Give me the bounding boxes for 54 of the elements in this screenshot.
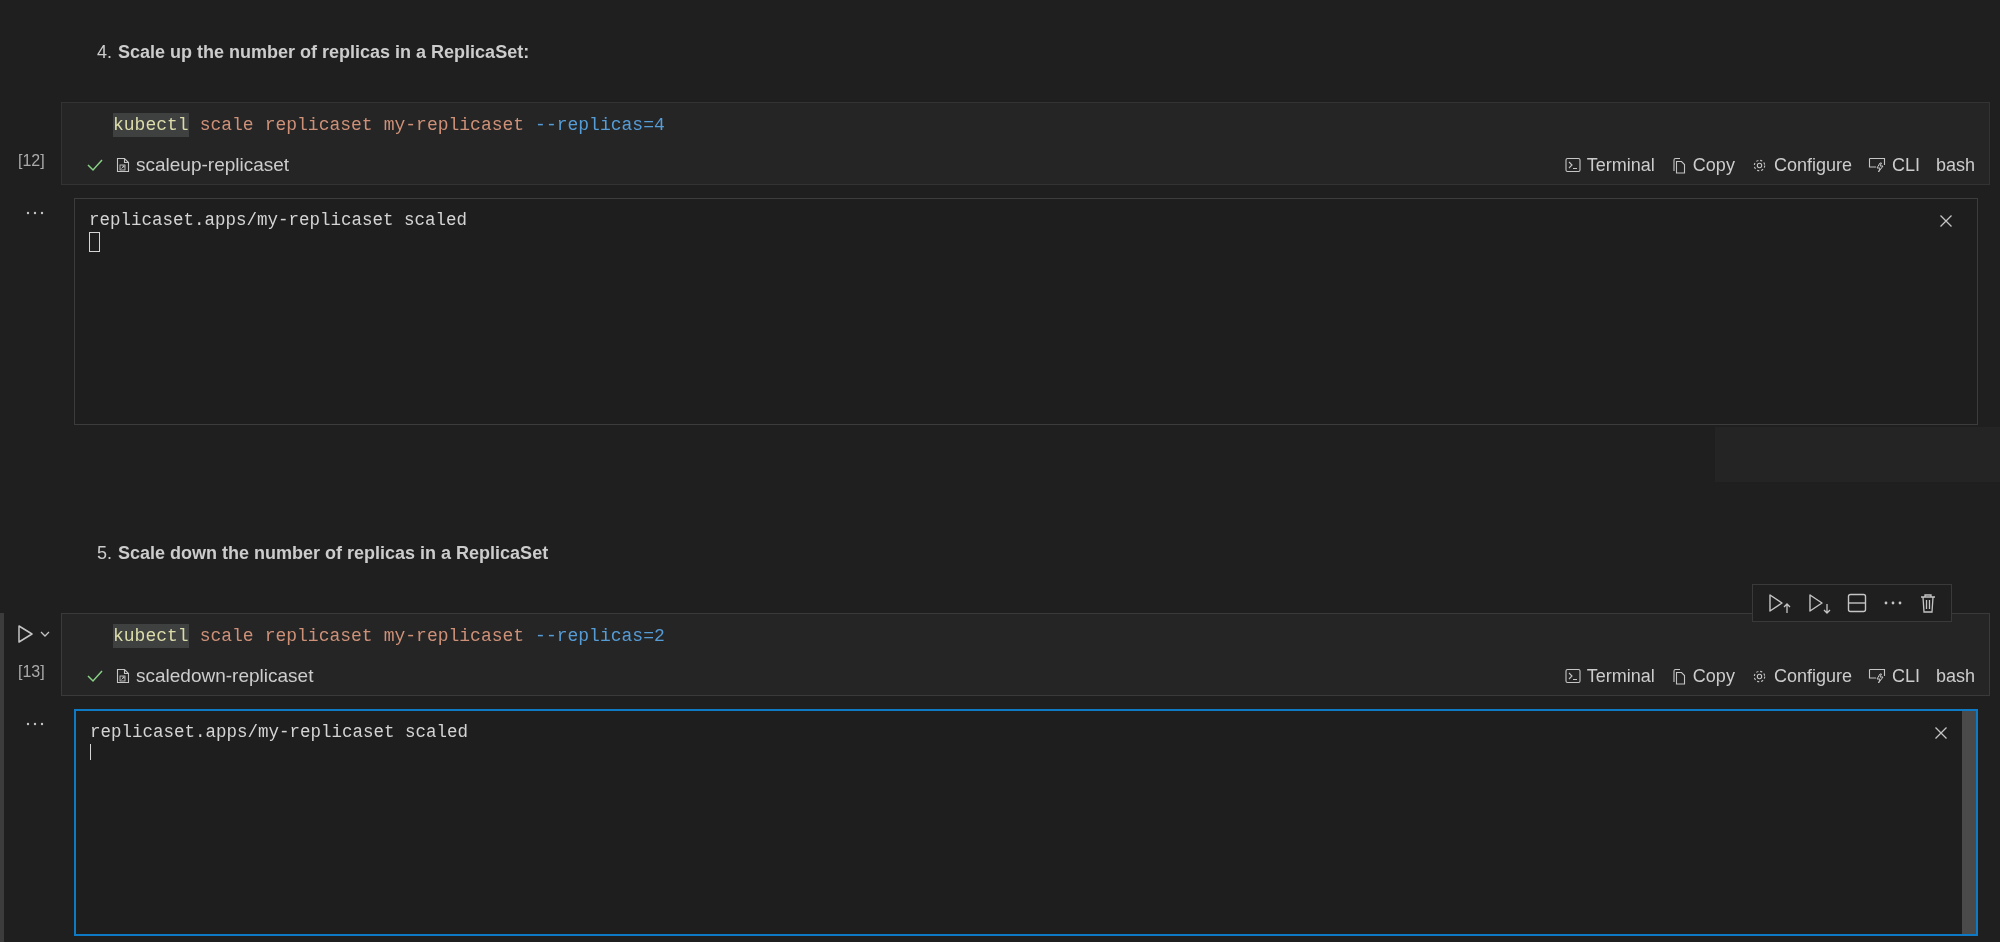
list-number: 4. xyxy=(97,41,112,63)
output-line: replicaset.apps/my-replicaset scaled xyxy=(90,721,469,743)
cell-name: scaleup-replicaset xyxy=(136,154,290,176)
close-icon[interactable] xyxy=(1939,214,1953,228)
code-token: replicaset xyxy=(264,114,373,137)
heading-text: Scale down the number of replicas in a ReplicaSet xyxy=(118,542,549,564)
copy-icon xyxy=(1670,156,1687,174)
code-token: --replicas=2 xyxy=(535,625,665,648)
terminal-button[interactable]: Terminal xyxy=(1564,152,1655,178)
execution-count: [13] xyxy=(17,663,46,681)
more-icon[interactable] xyxy=(1882,599,1904,607)
cell-name: scaledown-replicaset xyxy=(136,665,314,687)
code-token: kubectl xyxy=(113,624,189,648)
scrollbar[interactable] xyxy=(1962,711,1976,934)
code-token: scale xyxy=(199,625,254,648)
copy-button[interactable]: Copy xyxy=(1670,152,1735,178)
code-token: replicaset xyxy=(264,625,373,648)
output-more-icon[interactable] xyxy=(25,721,45,727)
terminal-output[interactable]: replicaset.apps/my-replicaset scaled xyxy=(74,709,1978,936)
chevron-down-icon[interactable] xyxy=(39,629,51,639)
copy-button[interactable]: Copy xyxy=(1670,663,1735,689)
cli-button[interactable]: CLI xyxy=(1867,663,1920,689)
lightning-icon xyxy=(1867,157,1886,173)
output-line: replicaset.apps/my-replicaset scaled xyxy=(89,209,468,231)
execution-count: [12] xyxy=(17,152,46,170)
code-cell[interactable]: kubectl scale replicaset my-replicaset --replicas=4 scaleup-replicaset Terminal Copy Configure CLI bash xyxy=(61,102,1990,185)
lightning-icon xyxy=(1867,668,1886,684)
run-icon[interactable] xyxy=(16,624,34,644)
code-token: my-replicaset xyxy=(383,625,525,648)
run-below-icon[interactable] xyxy=(1806,591,1832,615)
code-token: my-replicaset xyxy=(383,114,525,137)
run-above-icon[interactable] xyxy=(1766,591,1792,615)
terminal-icon xyxy=(1564,668,1581,684)
language-button[interactable]: bash xyxy=(1935,663,1975,689)
list-number: 5. xyxy=(97,542,112,564)
heading-text: Scale up the number of replicas in a ReplicaSet: xyxy=(118,41,530,63)
split-cell-icon[interactable] xyxy=(1846,592,1868,614)
code-token: scale xyxy=(199,114,254,137)
configure-button[interactable]: Configure xyxy=(1750,663,1852,689)
copy-icon xyxy=(1670,667,1687,685)
terminal-icon xyxy=(1564,157,1581,173)
output-more-icon[interactable] xyxy=(25,210,45,216)
file-icon xyxy=(116,668,130,684)
code-token: --replicas=4 xyxy=(535,114,665,137)
terminal-output[interactable]: replicaset.apps/my-replicaset scaled xyxy=(74,198,1978,425)
terminal-button[interactable]: Terminal xyxy=(1564,663,1655,689)
code-token: kubectl xyxy=(113,113,189,137)
close-icon[interactable] xyxy=(1934,726,1948,740)
trash-icon[interactable] xyxy=(1918,592,1938,614)
language-button[interactable]: bash xyxy=(1935,152,1975,178)
file-icon xyxy=(116,157,130,173)
configure-button[interactable]: Configure xyxy=(1750,152,1852,178)
code-cell[interactable]: kubectl scale replicaset my-replicaset --replicas=2 scaledown-replicaset Terminal Copy Configure CLI bash xyxy=(61,613,1990,696)
cli-button[interactable]: CLI xyxy=(1867,152,1920,178)
